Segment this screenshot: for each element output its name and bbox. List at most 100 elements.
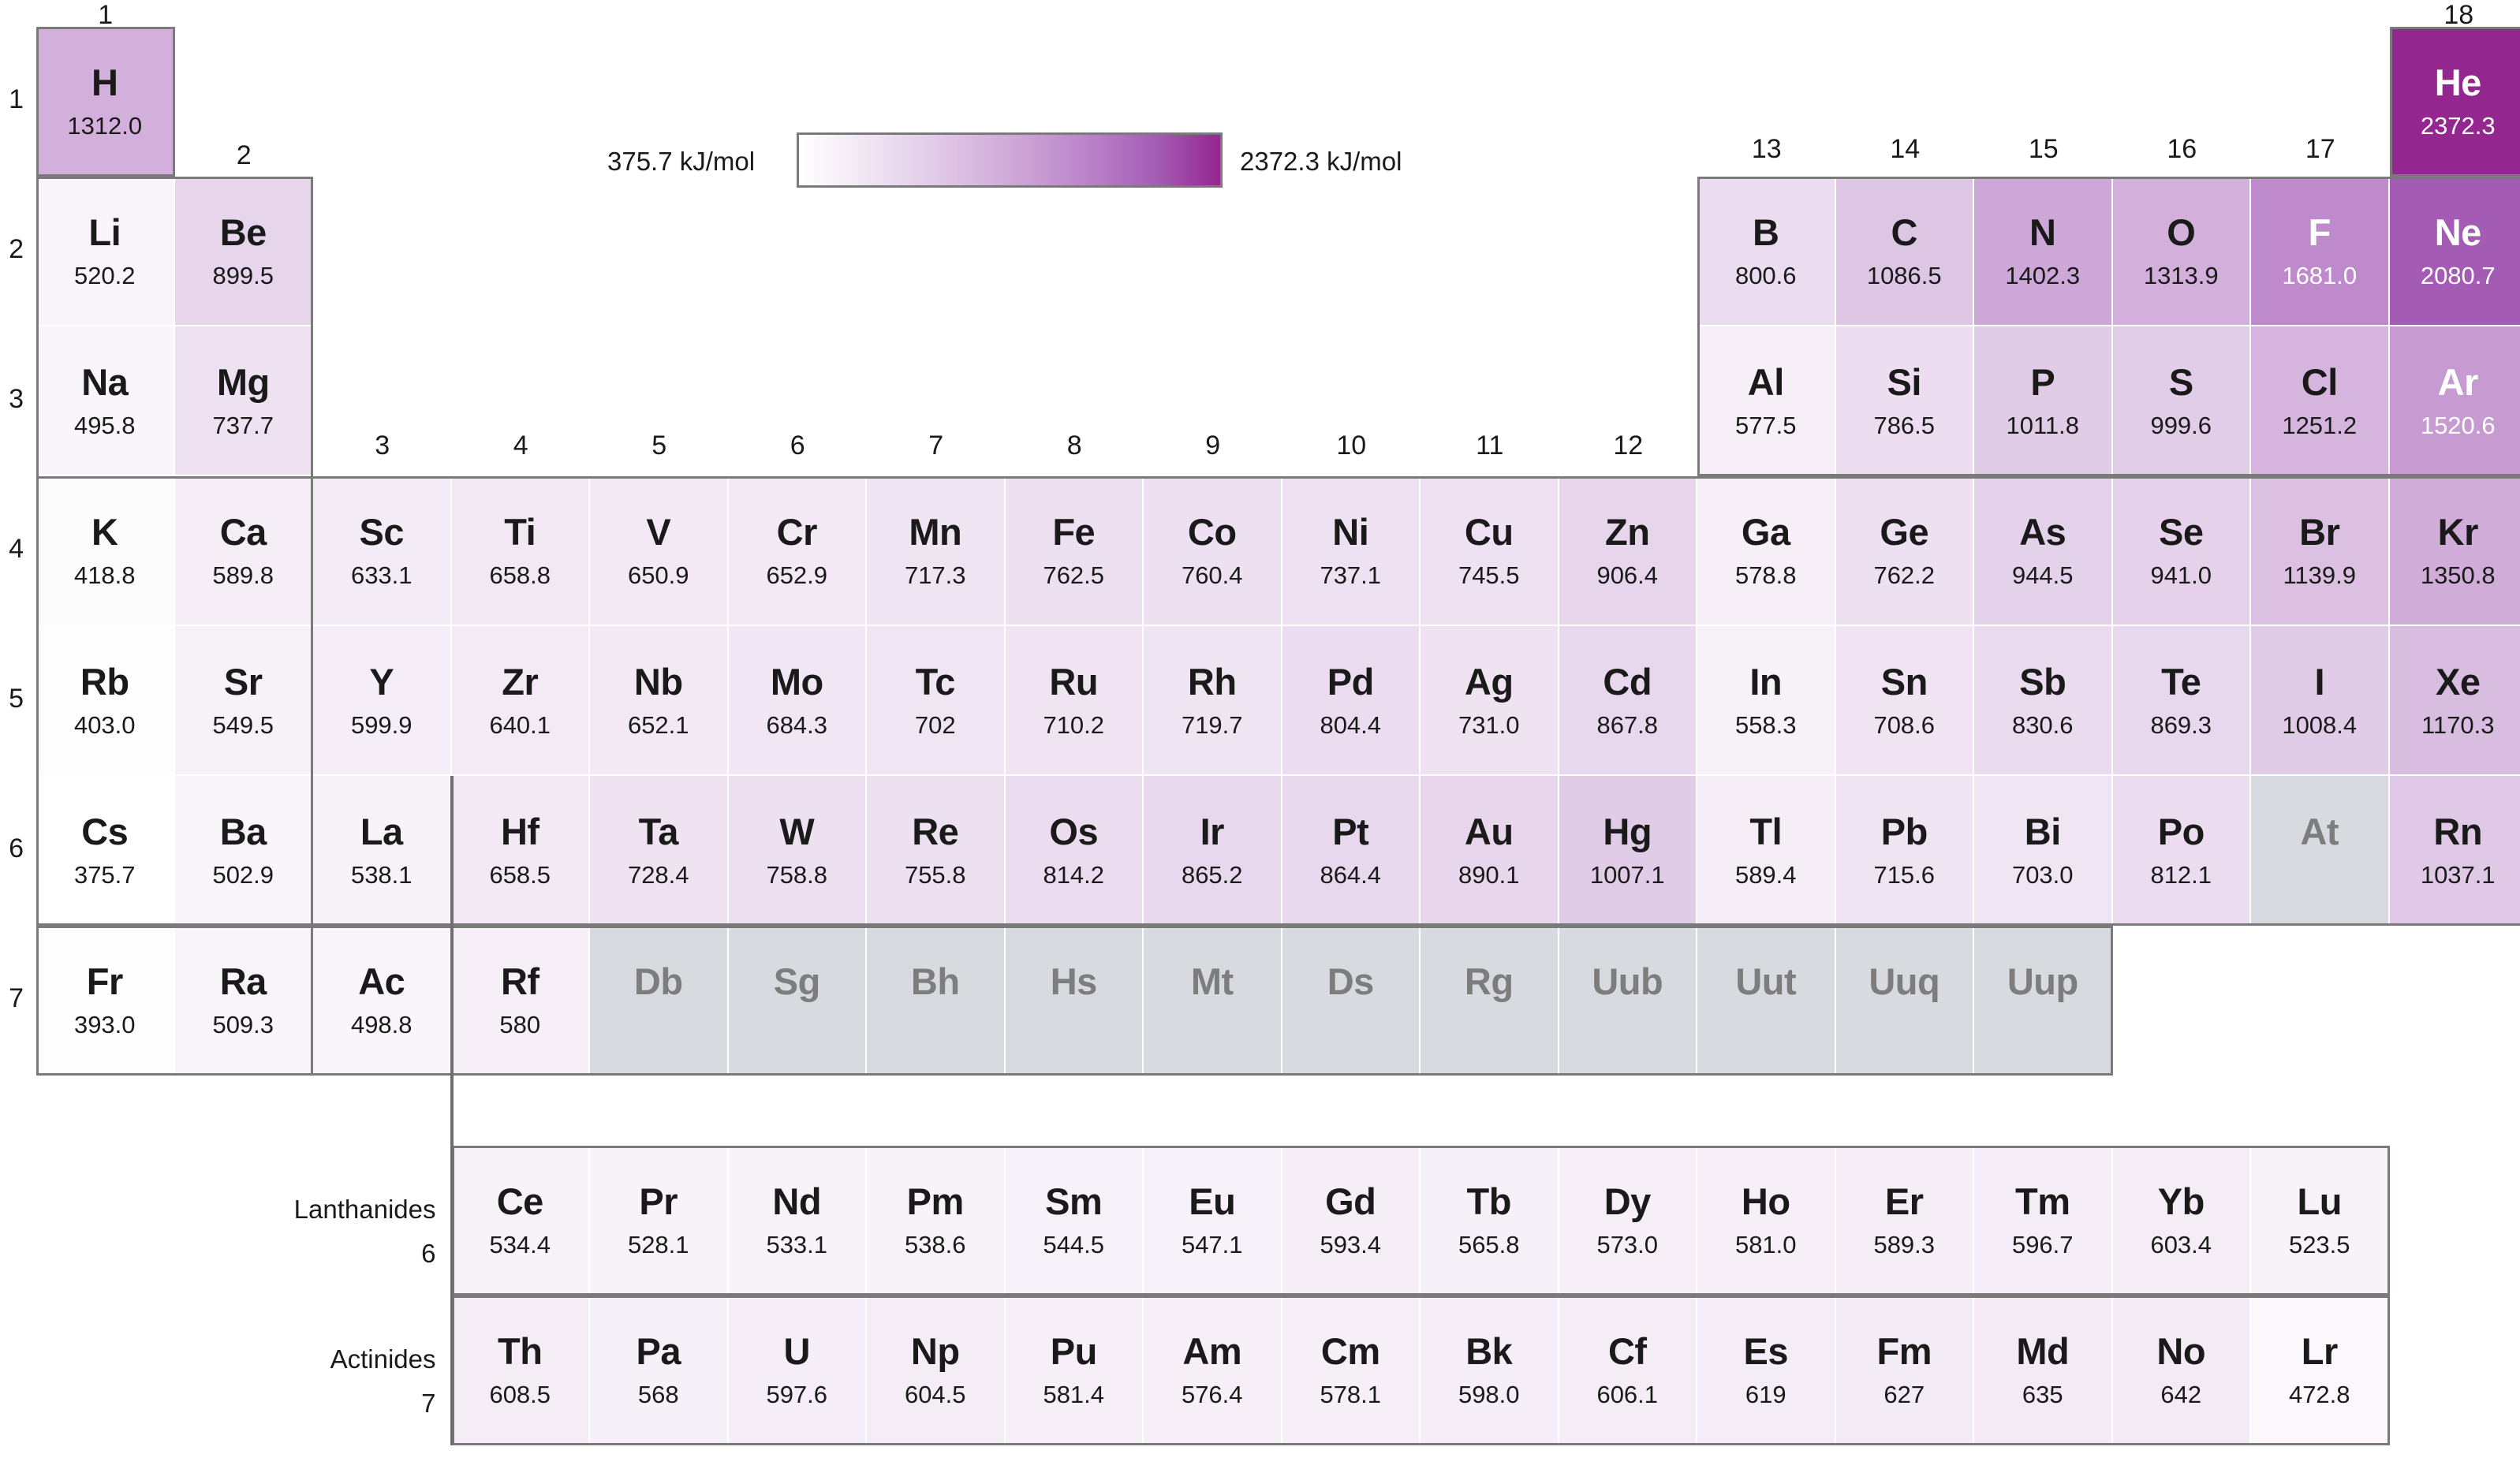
element-cell-pa[interactable]: Pa 568 [590, 1296, 729, 1445]
element-cell-pr[interactable]: Pr 528.1 [590, 1146, 729, 1296]
element-cell-rh[interactable]: Rh 719.7 [1144, 626, 1282, 776]
element-cell-au[interactable]: Au 890.1 [1421, 776, 1559, 926]
element-cell-zr[interactable]: Zr 640.1 [451, 626, 590, 776]
element-cell-in[interactable]: In 558.3 [1697, 626, 1836, 776]
element-cell-cs[interactable]: Cs 375.7 [36, 776, 175, 926]
element-cell-cd[interactable]: Cd 867.8 [1559, 626, 1697, 776]
element-cell-uut[interactable]: Uut- [1697, 926, 1836, 1076]
element-cell-ba[interactable]: Ba 502.9 [174, 776, 313, 926]
element-cell-o[interactable]: O 1313.9 [2112, 177, 2251, 326]
element-cell-w[interactable]: W 758.8 [728, 776, 867, 926]
element-cell-ir[interactable]: Ir 865.2 [1144, 776, 1282, 926]
element-cell-ne[interactable]: Ne 2080.7 [2389, 177, 2520, 326]
element-cell-ar[interactable]: Ar 1520.6 [2389, 326, 2520, 476]
element-cell-k[interactable]: K 418.8 [36, 476, 175, 626]
element-cell-h[interactable]: H 1312.0 [36, 27, 175, 177]
element-cell-as[interactable]: As 944.5 [1974, 476, 2113, 626]
element-cell-fm[interactable]: Fm 627 [1835, 1296, 1974, 1445]
element-cell-he[interactable]: He 2372.3 [2389, 27, 2520, 177]
element-cell-dy[interactable]: Dy 573.0 [1559, 1146, 1697, 1296]
element-cell-sg[interactable]: Sg- [728, 926, 867, 1076]
element-cell-er[interactable]: Er 589.3 [1835, 1146, 1974, 1296]
element-cell-b[interactable]: B 800.6 [1697, 177, 1836, 326]
element-cell-ga[interactable]: Ga 578.8 [1697, 476, 1836, 626]
element-cell-s[interactable]: S 999.6 [2112, 326, 2251, 476]
element-cell-pu[interactable]: Pu 581.4 [1005, 1296, 1144, 1445]
element-cell-sc[interactable]: Sc 633.1 [313, 476, 452, 626]
element-cell-no[interactable]: No 642 [2112, 1296, 2251, 1445]
element-cell-uup[interactable]: Uup- [1974, 926, 2113, 1076]
element-cell-rb[interactable]: Rb 403.0 [36, 626, 175, 776]
element-cell-pm[interactable]: Pm 538.6 [867, 1146, 1006, 1296]
element-cell-ra[interactable]: Ra 509.3 [174, 926, 313, 1076]
element-cell-al[interactable]: Al 577.5 [1697, 326, 1836, 476]
element-cell-tm[interactable]: Tm 596.7 [1974, 1146, 2113, 1296]
element-cell-mt[interactable]: Mt- [1144, 926, 1282, 1076]
element-cell-np[interactable]: Np 604.5 [867, 1296, 1006, 1445]
element-cell-uub[interactable]: Uub- [1559, 926, 1697, 1076]
element-cell-ta[interactable]: Ta 728.4 [590, 776, 729, 926]
element-cell-kr[interactable]: Kr 1350.8 [2389, 476, 2520, 626]
element-cell-sm[interactable]: Sm 544.5 [1005, 1146, 1144, 1296]
element-cell-la[interactable]: La 538.1 [313, 776, 452, 926]
element-cell-tc[interactable]: Tc 702 [867, 626, 1006, 776]
element-cell-be[interactable]: Be 899.5 [174, 177, 313, 326]
element-cell-bh[interactable]: Bh- [867, 926, 1006, 1076]
element-cell-i[interactable]: I 1008.4 [2251, 626, 2390, 776]
element-cell-ca[interactable]: Ca 589.8 [174, 476, 313, 626]
element-cell-cu[interactable]: Cu 745.5 [1421, 476, 1559, 626]
element-cell-rg[interactable]: Rg- [1421, 926, 1559, 1076]
element-cell-gd[interactable]: Gd 593.4 [1282, 1146, 1421, 1296]
element-cell-u[interactable]: U 597.6 [728, 1296, 867, 1445]
element-cell-se[interactable]: Se 941.0 [2112, 476, 2251, 626]
element-cell-md[interactable]: Md 635 [1974, 1296, 2113, 1445]
element-cell-mo[interactable]: Mo 684.3 [728, 626, 867, 776]
element-cell-rn[interactable]: Rn 1037.1 [2389, 776, 2520, 926]
element-cell-ti[interactable]: Ti 658.8 [451, 476, 590, 626]
element-cell-nb[interactable]: Nb 652.1 [590, 626, 729, 776]
element-cell-pb[interactable]: Pb 715.6 [1835, 776, 1974, 926]
element-cell-cf[interactable]: Cf 606.1 [1559, 1296, 1697, 1445]
element-cell-hf[interactable]: Hf 658.5 [451, 776, 590, 926]
element-cell-sn[interactable]: Sn 708.6 [1835, 626, 1974, 776]
element-cell-os[interactable]: Os 814.2 [1005, 776, 1144, 926]
element-cell-f[interactable]: F 1681.0 [2251, 177, 2390, 326]
element-cell-lu[interactable]: Lu 523.5 [2251, 1146, 2390, 1296]
element-cell-uuq[interactable]: Uuq- [1835, 926, 1974, 1076]
element-cell-rf[interactable]: Rf 580 [451, 926, 590, 1076]
element-cell-na[interactable]: Na 495.8 [36, 326, 175, 476]
element-cell-ce[interactable]: Ce 534.4 [451, 1146, 590, 1296]
element-cell-pt[interactable]: Pt 864.4 [1282, 776, 1421, 926]
element-cell-ni[interactable]: Ni 737.1 [1282, 476, 1421, 626]
element-cell-lr[interactable]: Lr 472.8 [2251, 1296, 2390, 1445]
element-cell-v[interactable]: V 650.9 [590, 476, 729, 626]
element-cell-co[interactable]: Co 760.4 [1144, 476, 1282, 626]
element-cell-po[interactable]: Po 812.1 [2112, 776, 2251, 926]
element-cell-ho[interactable]: Ho 581.0 [1697, 1146, 1836, 1296]
element-cell-re[interactable]: Re 755.8 [867, 776, 1006, 926]
element-cell-p[interactable]: P 1011.8 [1974, 326, 2113, 476]
element-cell-hg[interactable]: Hg 1007.1 [1559, 776, 1697, 926]
element-cell-ge[interactable]: Ge 762.2 [1835, 476, 1974, 626]
element-cell-mn[interactable]: Mn 717.3 [867, 476, 1006, 626]
element-cell-bk[interactable]: Bk 598.0 [1421, 1296, 1559, 1445]
element-cell-ru[interactable]: Ru 710.2 [1005, 626, 1144, 776]
element-cell-n[interactable]: N 1402.3 [1974, 177, 2113, 326]
element-cell-eu[interactable]: Eu 547.1 [1144, 1146, 1282, 1296]
element-cell-cl[interactable]: Cl 1251.2 [2251, 326, 2390, 476]
element-cell-ac[interactable]: Ac 498.8 [313, 926, 452, 1076]
element-cell-pd[interactable]: Pd 804.4 [1282, 626, 1421, 776]
element-cell-mg[interactable]: Mg 737.7 [174, 326, 313, 476]
element-cell-bi[interactable]: Bi 703.0 [1974, 776, 2113, 926]
element-cell-xe[interactable]: Xe 1170.3 [2389, 626, 2520, 776]
element-cell-zn[interactable]: Zn 906.4 [1559, 476, 1697, 626]
element-cell-es[interactable]: Es 619 [1697, 1296, 1836, 1445]
element-cell-cr[interactable]: Cr 652.9 [728, 476, 867, 626]
element-cell-li[interactable]: Li 520.2 [36, 177, 175, 326]
element-cell-te[interactable]: Te 869.3 [2112, 626, 2251, 776]
element-cell-fe[interactable]: Fe 762.5 [1005, 476, 1144, 626]
element-cell-br[interactable]: Br 1139.9 [2251, 476, 2390, 626]
element-cell-th[interactable]: Th 608.5 [451, 1296, 590, 1445]
element-cell-c[interactable]: C 1086.5 [1835, 177, 1974, 326]
element-cell-at[interactable]: At- [2251, 776, 2390, 926]
